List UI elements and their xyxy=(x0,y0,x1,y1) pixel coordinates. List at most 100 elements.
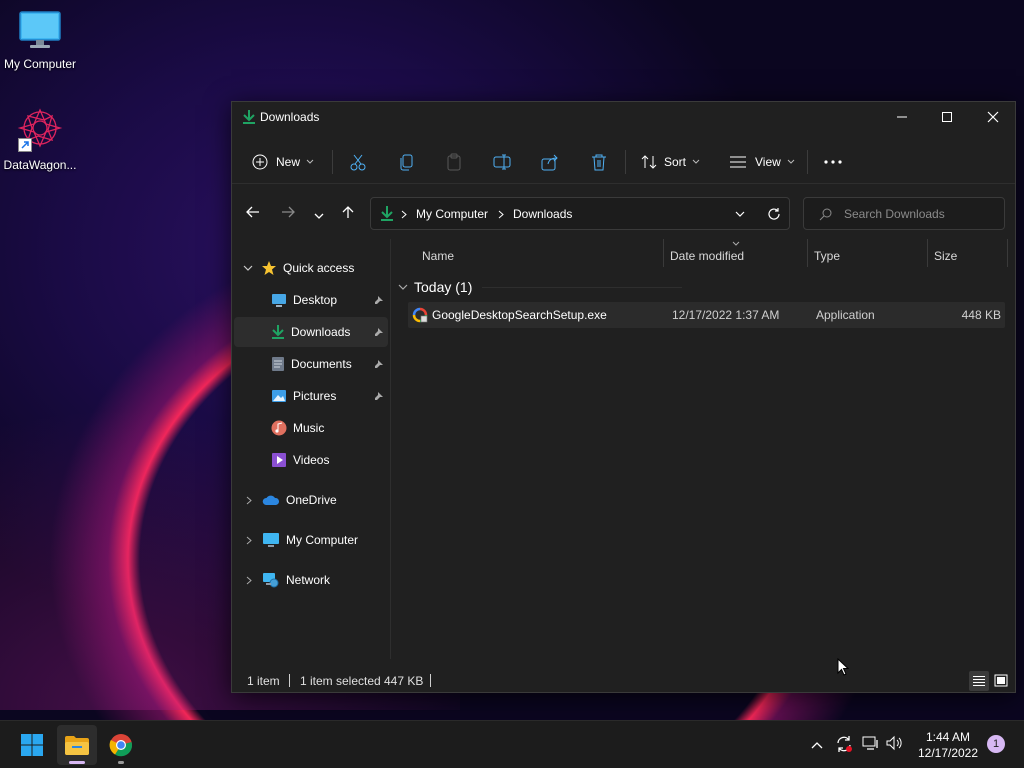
forward-button[interactable] xyxy=(281,206,295,221)
rename-button[interactable] xyxy=(493,148,511,176)
clock-date: 12/17/2022 xyxy=(917,746,979,760)
chevron-right-icon xyxy=(401,210,407,219)
datawagon-app-icon xyxy=(16,106,64,154)
desktop-icon-datawagon[interactable]: DataWagon... xyxy=(0,106,80,172)
sidebar-item-network[interactable]: Network xyxy=(234,565,388,595)
sidebar-item-desktop[interactable]: Desktop xyxy=(234,285,388,315)
maximize-button[interactable] xyxy=(924,102,970,132)
share-button[interactable] xyxy=(541,148,559,176)
shortcut-arrow-icon xyxy=(18,138,32,152)
breadcrumb-my-computer[interactable]: My Computer xyxy=(416,207,488,221)
window-title: Downloads xyxy=(260,110,320,124)
pin-icon[interactable] xyxy=(374,327,384,337)
taskbar-file-explorer[interactable] xyxy=(57,725,97,765)
delete-button[interactable] xyxy=(590,148,608,176)
tiles-view-button[interactable] xyxy=(991,671,1011,691)
column-divider[interactable] xyxy=(927,239,928,267)
sort-button[interactable]: Sort xyxy=(640,148,700,176)
sidebar-item-videos[interactable]: Videos xyxy=(234,445,388,475)
chevron-right-icon xyxy=(246,576,252,584)
recent-locations-button[interactable] xyxy=(314,209,324,223)
sidebar-item-label: Quick access xyxy=(283,261,355,275)
sort-arrows-icon xyxy=(641,155,657,169)
sidebar-item-documents[interactable]: Documents xyxy=(234,349,388,379)
search-placeholder: Search Downloads xyxy=(844,207,945,221)
downloads-arrow-icon xyxy=(381,206,393,221)
clipboard-icon xyxy=(447,153,461,171)
back-button[interactable] xyxy=(246,206,260,221)
sync-status-button[interactable] xyxy=(835,735,853,756)
clock-time: 1:44 AM xyxy=(925,730,971,744)
sidebar-item-label: Desktop xyxy=(293,293,338,307)
start-button[interactable] xyxy=(12,725,52,765)
system-clock[interactable]: 1:44 AM 12/17/2022 xyxy=(912,729,984,761)
toolbar-divider xyxy=(332,150,333,174)
column-divider[interactable] xyxy=(807,239,808,267)
sidebar-item-pictures[interactable]: Pictures xyxy=(234,381,388,411)
sidebar-item-label: Videos xyxy=(293,453,330,467)
pin-icon[interactable] xyxy=(374,359,384,369)
sidebar-item-quick-access[interactable]: Quick access xyxy=(234,253,388,283)
cut-button[interactable] xyxy=(349,148,367,176)
sync-icon xyxy=(837,736,852,752)
music-note-icon xyxy=(271,420,287,436)
network-status-button[interactable] xyxy=(862,735,880,754)
paste-button[interactable] xyxy=(445,148,463,176)
command-bar: New Sort View xyxy=(232,140,1015,184)
chevron-right-icon xyxy=(498,210,504,219)
arrow-up-icon xyxy=(342,206,354,218)
address-bar[interactable]: My Computer Downloads xyxy=(370,197,790,230)
details-view-button[interactable] xyxy=(969,671,989,691)
column-divider[interactable] xyxy=(1007,239,1008,267)
more-options-button[interactable] xyxy=(824,148,842,176)
downloads-arrow-icon xyxy=(272,325,284,339)
arrow-left-icon xyxy=(246,206,259,218)
desktop-icon-label: My Computer xyxy=(3,57,77,71)
sidebar-item-music[interactable]: Music xyxy=(234,413,388,443)
show-hidden-icons-button[interactable] xyxy=(811,738,823,752)
file-list-pane: Name Date modified Type Size Today (1) G… xyxy=(392,239,1015,765)
taskbar-chrome[interactable] xyxy=(101,725,141,765)
desktop-folder-icon xyxy=(272,294,286,307)
refresh-icon[interactable] xyxy=(767,207,781,221)
details-view-icon xyxy=(973,676,985,686)
volume-button[interactable] xyxy=(886,735,904,754)
notification-badge[interactable]: 1 xyxy=(987,735,1005,753)
sidebar-item-label: OneDrive xyxy=(286,493,337,507)
network-monitor-icon xyxy=(862,736,878,750)
breadcrumb-downloads[interactable]: Downloads xyxy=(513,207,572,221)
column-header-name[interactable]: Name xyxy=(422,249,454,263)
new-button-label: New xyxy=(276,155,301,169)
copy-button[interactable] xyxy=(398,148,416,176)
title-bar[interactable]: Downloads xyxy=(232,102,1015,134)
close-icon xyxy=(987,111,999,123)
chrome-icon xyxy=(109,734,133,757)
search-icon xyxy=(819,208,832,221)
view-button[interactable]: View xyxy=(729,148,795,176)
pin-icon[interactable] xyxy=(374,295,384,305)
cloud-icon xyxy=(262,495,280,505)
file-explorer-window: Downloads New Sort View My Computer Down… xyxy=(231,101,1016,765)
chevron-down-icon[interactable] xyxy=(735,211,745,218)
column-header-size[interactable]: Size xyxy=(934,249,957,263)
downloads-arrow-icon xyxy=(242,109,256,128)
desktop-icon-my-computer[interactable]: My Computer xyxy=(0,10,80,71)
file-row[interactable]: GoogleDesktopSearchSetup.exe 12/17/2022 … xyxy=(408,302,1005,328)
minimize-button[interactable] xyxy=(879,102,925,132)
sidebar-item-onedrive[interactable]: OneDrive xyxy=(234,485,388,515)
sidebar-item-downloads[interactable]: Downloads xyxy=(234,317,388,347)
group-header-today[interactable]: Today (1) xyxy=(398,279,472,295)
scissors-icon xyxy=(350,154,366,171)
group-divider xyxy=(482,287,682,288)
search-box[interactable]: Search Downloads xyxy=(803,197,1005,230)
sidebar-item-my-computer[interactable]: My Computer xyxy=(234,525,388,555)
column-header-type[interactable]: Type xyxy=(814,249,840,263)
pin-icon[interactable] xyxy=(374,391,384,401)
column-divider[interactable] xyxy=(663,239,664,267)
file-type: Application xyxy=(816,308,875,322)
status-bar: 1 item 1 item selected 447 KB xyxy=(232,671,1015,693)
close-button[interactable] xyxy=(970,102,1016,132)
column-header-date-modified[interactable]: Date modified xyxy=(670,249,744,263)
new-button[interactable]: New xyxy=(252,148,314,176)
up-button[interactable] xyxy=(341,205,355,222)
